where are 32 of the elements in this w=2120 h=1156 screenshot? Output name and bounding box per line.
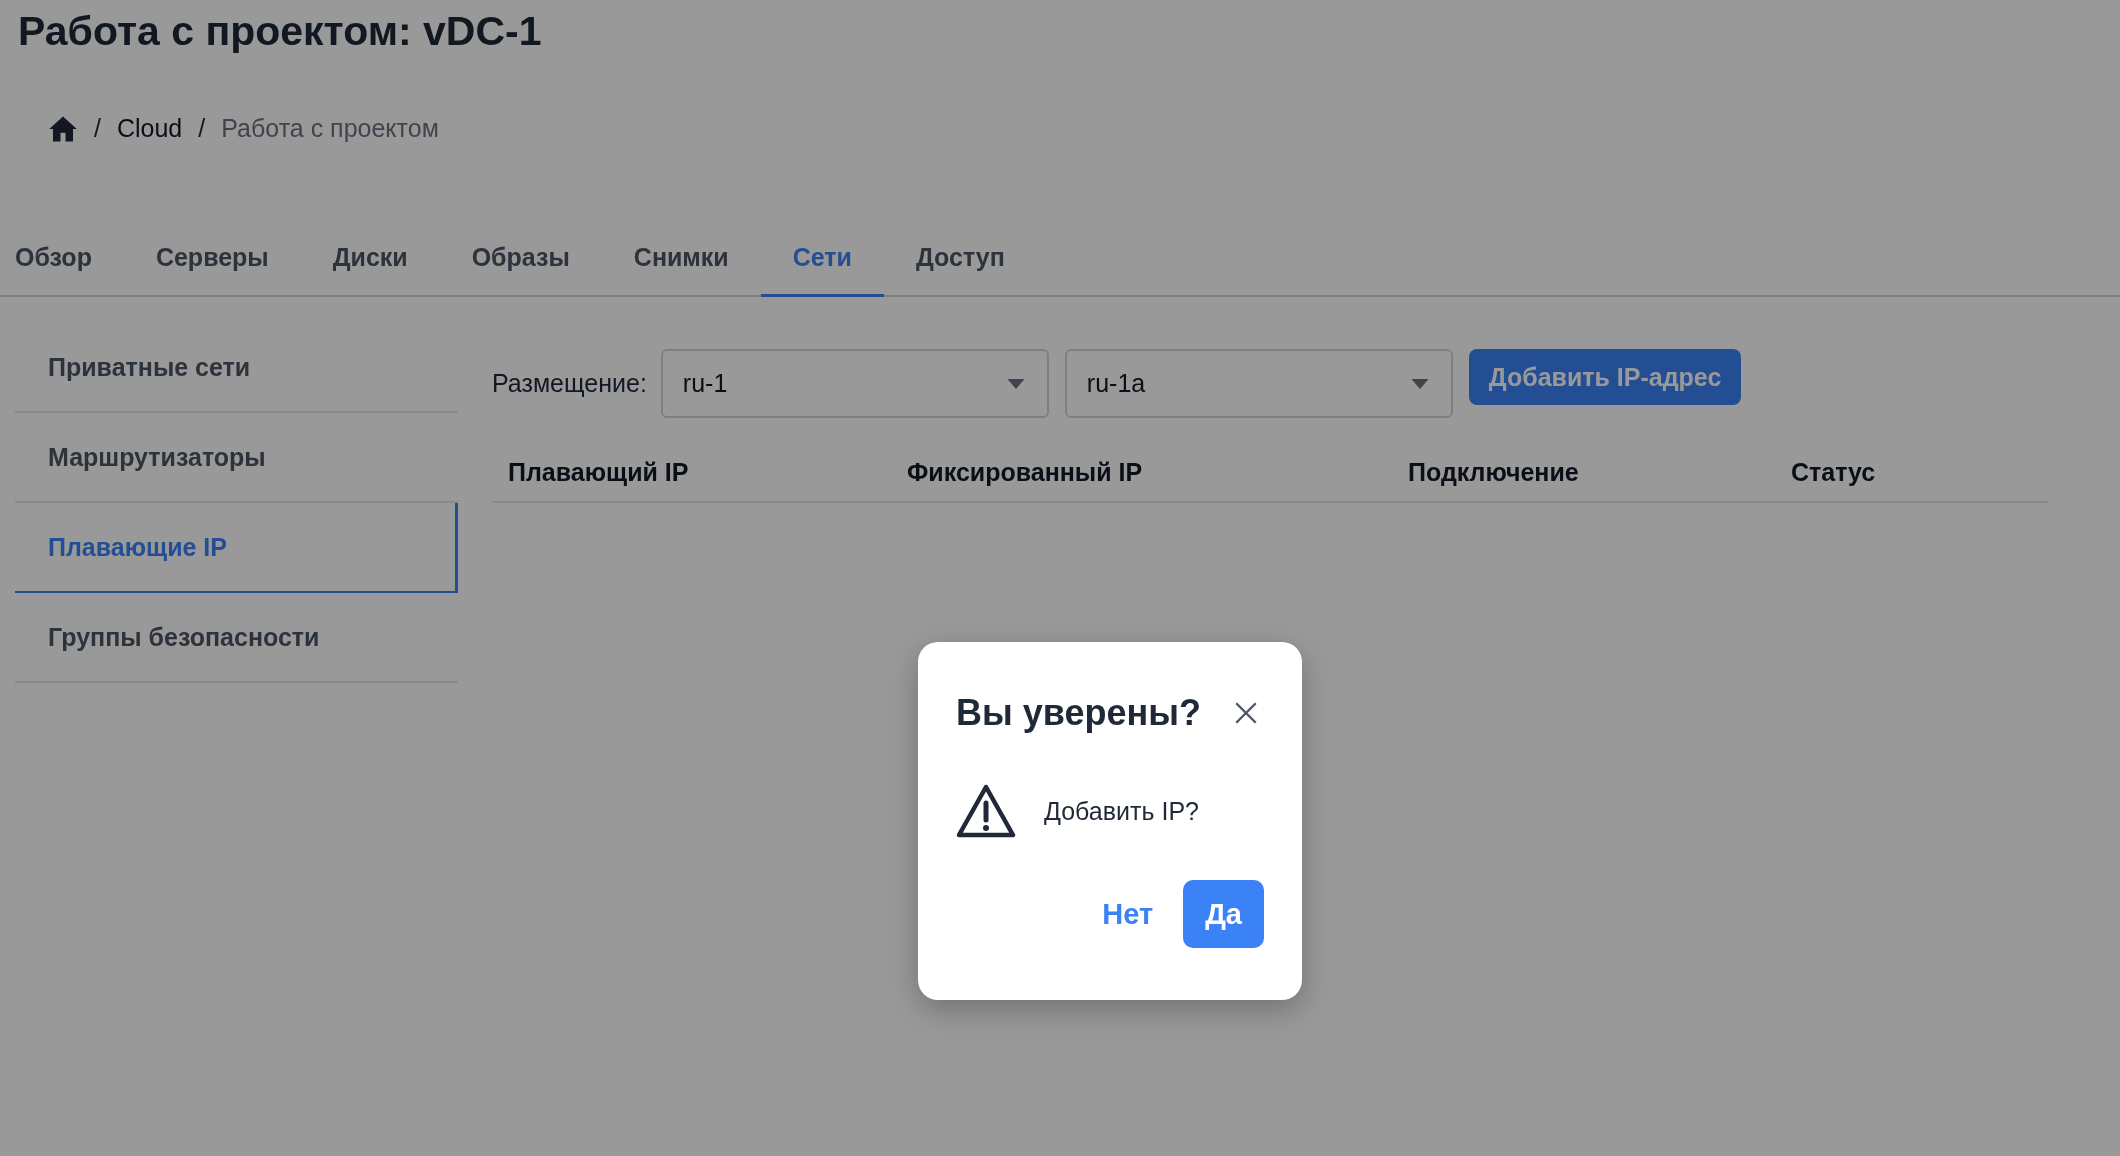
sidebar-item[interactable]: Плавающие IP	[15, 503, 458, 593]
breadcrumb-item: Работа с проектом	[221, 114, 439, 143]
cancel-button[interactable]: Нет	[1096, 887, 1160, 941]
breadcrumb-item[interactable]: Cloud	[116, 114, 183, 143]
tab[interactable]: Обзор	[0, 231, 124, 297]
dialog-title: Вы уверены?	[956, 692, 1201, 734]
dialog-message: Добавить IP?	[1044, 796, 1199, 826]
add-ip-button[interactable]: Добавить IP-адрес	[1468, 349, 1742, 405]
tab[interactable]: Серверы	[123, 231, 301, 297]
tab[interactable]: Сети	[760, 231, 884, 297]
tab[interactable]: Доступ	[884, 231, 1037, 297]
column-header: Статус	[1791, 458, 1877, 487]
tab[interactable]: Снимки	[601, 231, 761, 297]
tab[interactable]: Образы	[439, 231, 602, 297]
home-icon[interactable]	[48, 114, 78, 143]
page-title: Работа с проектом: vDC-1	[17, 7, 542, 56]
sidebar-item[interactable]: Приватные сети	[15, 323, 458, 413]
breadcrumb-separator: /	[94, 114, 101, 143]
column-header: Плавающий IP	[508, 458, 690, 487]
placement-label: Размещение:	[492, 369, 647, 398]
warning-icon	[956, 784, 1016, 838]
sidebar-item[interactable]: Группы безопасности	[15, 593, 458, 683]
column-header: Фиксированный IP	[907, 458, 1144, 487]
column-header: Подключение	[1408, 458, 1580, 487]
tab[interactable]: Диски	[300, 231, 440, 297]
caret-icon	[1410, 378, 1429, 389]
sidebar-item[interactable]: Маршрутизаторы	[15, 413, 458, 503]
zone-select[interactable]: ru-1a	[1064, 349, 1453, 418]
breadcrumb-separator: /	[198, 114, 206, 143]
region-select[interactable]: ru-1	[660, 349, 1049, 418]
confirm-button[interactable]: Да	[1183, 880, 1264, 948]
caret-icon	[1006, 378, 1025, 389]
